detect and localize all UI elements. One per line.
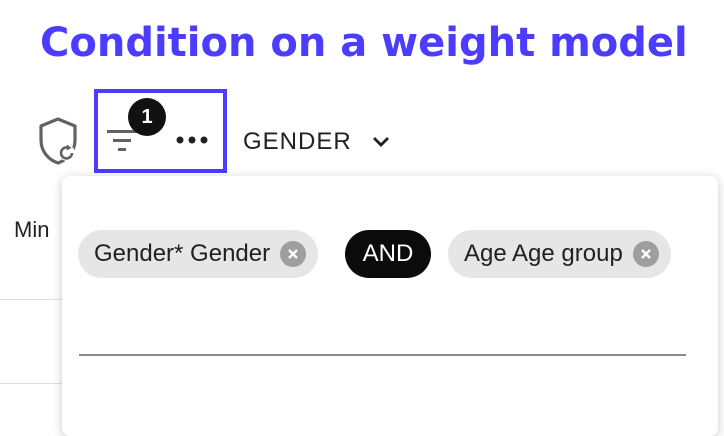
side-column-label: Min bbox=[14, 217, 50, 242]
gender-select-value: GENDER bbox=[243, 128, 352, 155]
condition-input-underline[interactable] bbox=[79, 354, 686, 356]
condition-chip[interactable]: Gender* Gender bbox=[78, 230, 319, 278]
condition-chip[interactable]: Age Age group bbox=[448, 230, 671, 278]
gender-select[interactable]: GENDER bbox=[243, 124, 392, 160]
condition-chip-label: Gender* Gender bbox=[94, 240, 271, 267]
page-headline: Condition on a weight model bbox=[40, 20, 688, 66]
more-icon[interactable] bbox=[172, 130, 212, 150]
remove-chip-icon[interactable] bbox=[280, 241, 307, 267]
filter-panel bbox=[62, 176, 718, 436]
shield-refresh-icon[interactable] bbox=[36, 116, 80, 166]
side-row-divider bbox=[0, 299, 62, 300]
operator-chip[interactable]: AND bbox=[345, 230, 431, 278]
chevron-down-icon bbox=[372, 137, 389, 147]
filter-count-badge: 1 bbox=[128, 98, 166, 136]
remove-chip-icon[interactable] bbox=[632, 241, 659, 267]
condition-chip-label: Age Age group bbox=[464, 240, 623, 267]
side-row-divider bbox=[0, 383, 62, 384]
